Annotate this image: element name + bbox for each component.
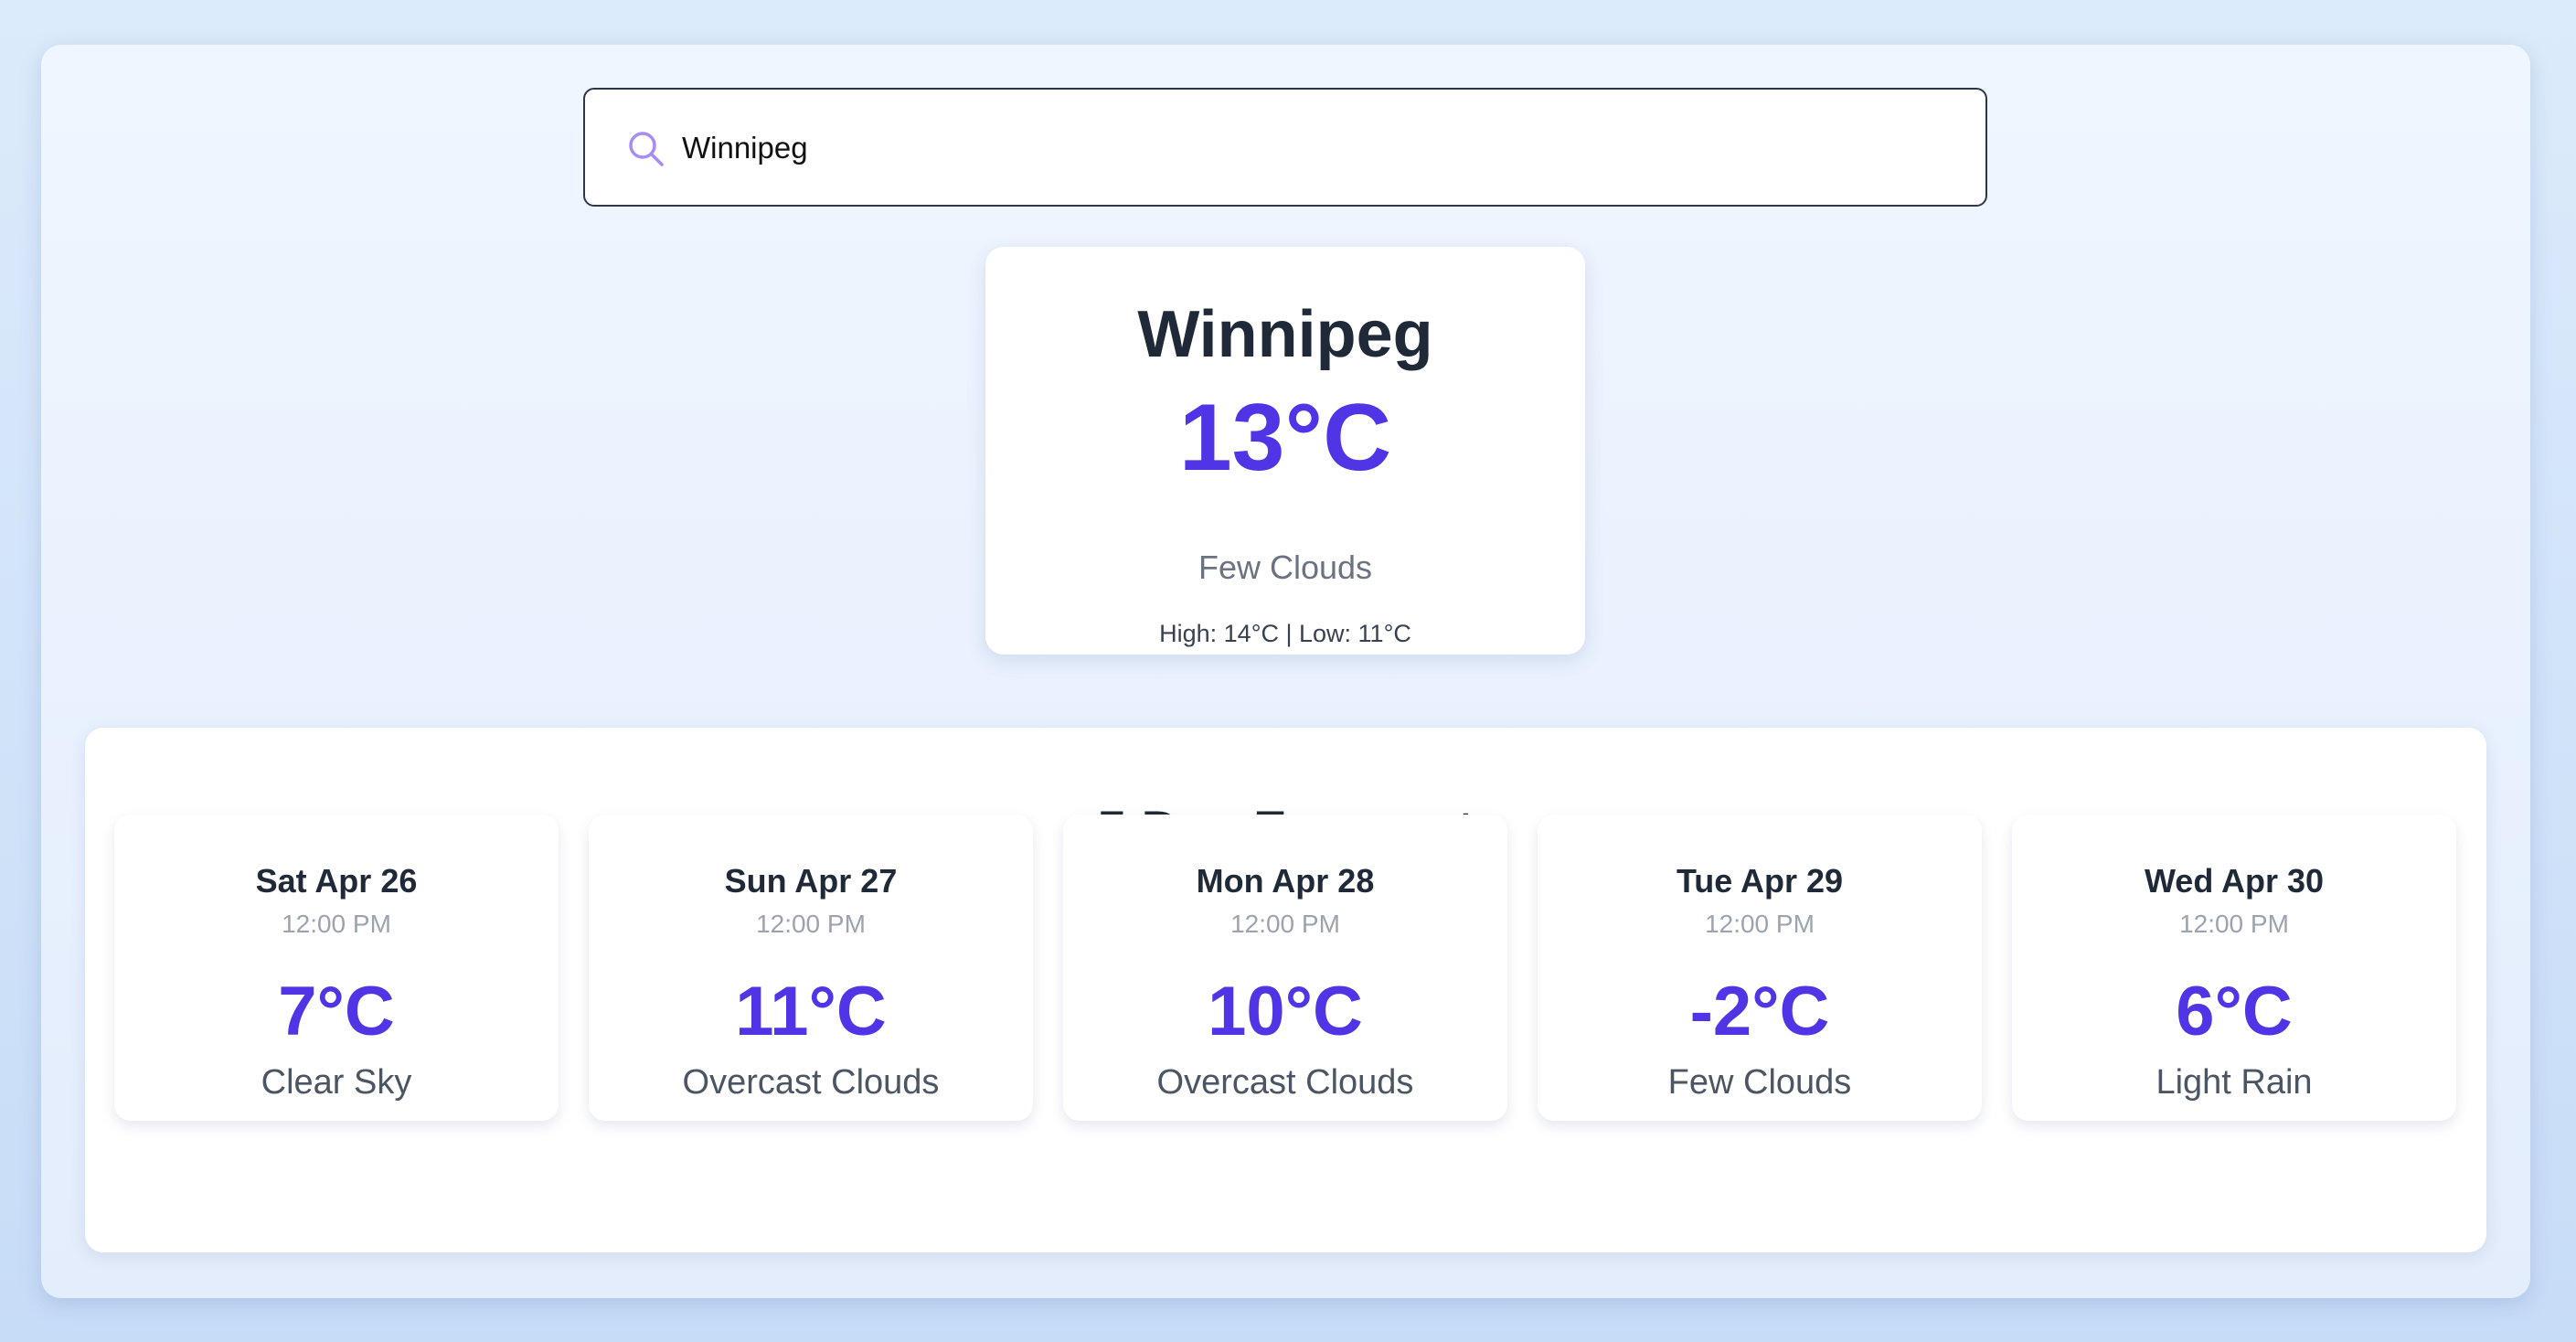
forecast-date: Sat Apr 26 [255, 862, 418, 900]
forecast-time: 12:00 PM [756, 910, 866, 938]
search-icon [625, 128, 667, 170]
forecast-description: Clear Sky [261, 1063, 412, 1102]
forecast-temperature: 6°C [2176, 973, 2293, 1050]
high-low-text: High: 14°C | Low: 11°C [1159, 620, 1411, 647]
forecast-time: 12:00 PM [1230, 910, 1340, 938]
forecast-description: Overcast Clouds [682, 1063, 940, 1102]
forecast-temperature: -2°C [1689, 973, 1830, 1050]
search-bar[interactable] [583, 88, 1987, 207]
search-input[interactable] [682, 117, 1943, 179]
forecast-day-card: Tue Apr 29 12:00 PM -2°C Few Clouds [1538, 815, 1982, 1121]
city-name: Winnipeg [1137, 298, 1433, 371]
forecast-date: Mon Apr 28 [1196, 862, 1375, 900]
current-description: Few Clouds [1198, 549, 1373, 586]
current-temperature: 13°C [1178, 385, 1392, 491]
forecast-temperature: 11°C [735, 973, 887, 1050]
current-weather-card: Winnipeg 13°C Few Clouds High: 14°C | Lo… [985, 247, 1585, 655]
weather-app: Winnipeg 13°C Few Clouds High: 14°C | Lo… [41, 45, 2530, 1298]
forecast-date: Sun Apr 27 [724, 862, 898, 900]
forecast-temperature: 7°C [278, 973, 395, 1050]
forecast-days: Sat Apr 26 12:00 PM 7°C Clear Sky Sun Ap… [114, 815, 2457, 1121]
forecast-temperature: 10°C [1208, 973, 1363, 1050]
forecast-day-card: Wed Apr 30 12:00 PM 6°C Light Rain [2012, 815, 2456, 1121]
forecast-description: Overcast Clouds [1156, 1063, 1414, 1102]
forecast-day-card: Sun Apr 27 12:00 PM 11°C Overcast Clouds [589, 815, 1033, 1121]
forecast-time: 12:00 PM [2179, 910, 2289, 938]
forecast-day-card: Sat Apr 26 12:00 PM 7°C Clear Sky [114, 815, 559, 1121]
forecast-time: 12:00 PM [282, 910, 391, 938]
forecast-panel: 5 Day Forecast Sat Apr 26 12:00 PM 7°C C… [85, 728, 2486, 1252]
forecast-time: 12:00 PM [1705, 910, 1815, 938]
forecast-description: Few Clouds [1667, 1063, 1852, 1102]
forecast-date: Wed Apr 30 [2144, 862, 2325, 900]
forecast-description: Light Rain [2156, 1063, 2313, 1102]
forecast-date: Tue Apr 29 [1676, 862, 1844, 900]
forecast-day-card: Mon Apr 28 12:00 PM 10°C Overcast Clouds [1063, 815, 1507, 1121]
